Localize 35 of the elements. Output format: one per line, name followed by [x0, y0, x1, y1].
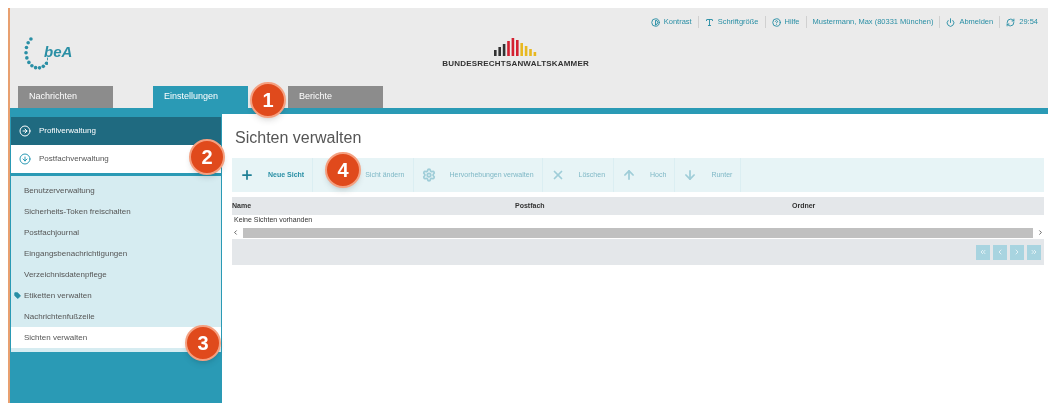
brand-text: BUNDESRECHTSANWALTSKAMMER	[442, 58, 589, 70]
sidebar-item[interactable]: Eingangsbenachrichtigungen	[11, 243, 183, 264]
sidebar-item[interactable]: Nachrichtenfußzeile	[11, 306, 183, 327]
sidebar-item[interactable]: Verzeichnisdatenpflege	[11, 264, 183, 285]
nav-tab[interactable]: Berichte	[288, 86, 383, 108]
contrast-icon	[650, 17, 660, 27]
chevron-right-icon	[1037, 229, 1044, 236]
help-icon	[771, 17, 781, 27]
refresh-icon	[1006, 17, 1016, 27]
sidebar-item[interactable]: Postfachjournal	[11, 222, 183, 243]
double-chevron-left-icon	[979, 248, 987, 256]
chevron-left-icon	[232, 229, 239, 236]
pager-button[interactable]	[993, 244, 1007, 260]
power-icon	[946, 17, 956, 27]
chevron-right-icon	[1013, 248, 1021, 256]
nav-tab[interactable]: Einstellungen	[153, 86, 248, 108]
arrow-right-circle-icon	[19, 125, 31, 137]
pager-button[interactable]	[1027, 244, 1041, 260]
nav-tab[interactable]: Nachrichten	[18, 86, 113, 108]
page-title: Sichten verwalten	[235, 128, 363, 148]
plus-icon	[240, 168, 254, 182]
logo-text: beA	[44, 41, 73, 62]
tag-icon	[14, 292, 21, 299]
sidebar-item[interactable]: Benutzerverwaltung	[11, 180, 183, 201]
arrow-down-circle-icon	[19, 153, 31, 165]
callout-badge: 4	[325, 152, 361, 188]
arrow-up-icon	[622, 168, 637, 182]
pager-button[interactable]	[1010, 244, 1024, 260]
gear-icon	[421, 168, 436, 182]
chevron-left-icon	[996, 248, 1004, 256]
pager-button[interactable]	[976, 244, 990, 260]
sidebar-item[interactable]: Etiketten verwalten	[11, 285, 183, 306]
double-chevron-right-icon	[1030, 248, 1038, 256]
sidebar-item[interactable]: Sicherheits-Token freischalten	[11, 201, 183, 222]
text-size-icon	[704, 17, 714, 27]
